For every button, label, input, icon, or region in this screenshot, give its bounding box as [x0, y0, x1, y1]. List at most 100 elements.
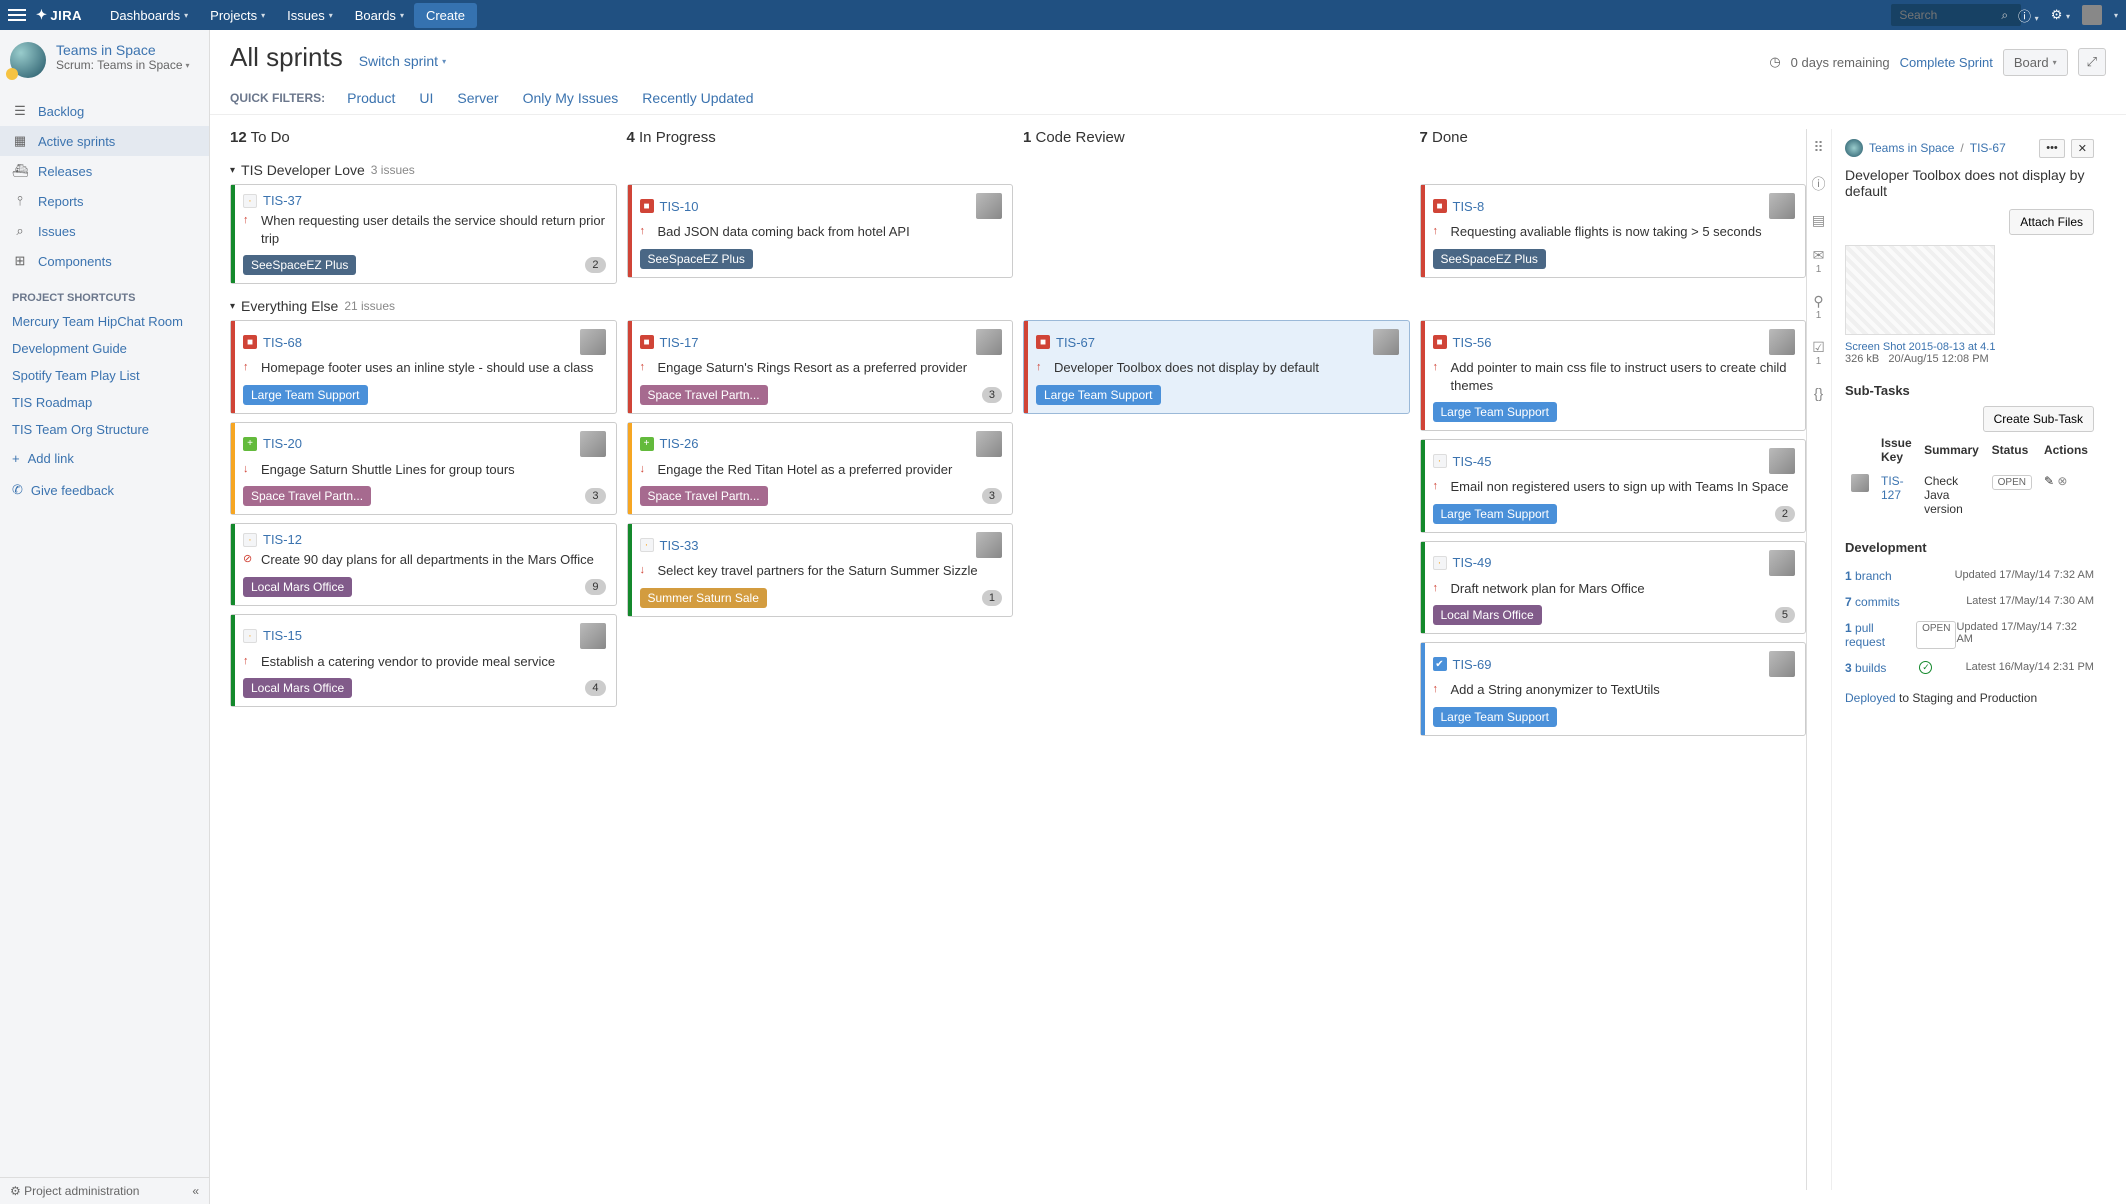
nav-dashboards[interactable]: Dashboards ▾	[100, 2, 198, 29]
detail-more-button[interactable]: •••	[2039, 139, 2065, 158]
settings-icon[interactable]: ⚙ ▾	[2051, 7, 2070, 23]
issue-key-link[interactable]: TIS-26	[660, 436, 699, 451]
issue-key-link[interactable]: TIS-33	[660, 538, 699, 553]
collapse-sidebar-icon[interactable]: «	[192, 1184, 199, 1198]
epic-badge[interactable]: Large Team Support	[1433, 707, 1558, 727]
issue-key-link[interactable]: TIS-8	[1453, 199, 1485, 214]
assignee-avatar[interactable]	[1769, 193, 1795, 219]
issue-card[interactable]: ■TIS-68↑Homepage footer uses an inline s…	[230, 320, 617, 414]
epic-badge[interactable]: Local Mars Office	[1433, 605, 1542, 625]
subtask-delete-icon[interactable]: ⊗	[2057, 474, 2067, 488]
switch-sprint-dropdown[interactable]: Switch sprint▾	[359, 53, 446, 69]
issue-key-link[interactable]: TIS-10	[660, 199, 699, 214]
give-feedback-link[interactable]: ✆Give feedback	[0, 474, 209, 506]
issue-key-link[interactable]: TIS-67	[1056, 335, 1095, 350]
assignee-avatar[interactable]	[1769, 329, 1795, 355]
detail-project-link[interactable]: Teams in Space	[1869, 141, 1954, 155]
assignee-avatar[interactable]	[1373, 329, 1399, 355]
assignee-avatar[interactable]	[976, 193, 1002, 219]
epic-badge[interactable]: SeeSpaceEZ Plus	[1433, 249, 1546, 269]
assignee-avatar[interactable]	[1769, 550, 1795, 576]
search-icon[interactable]: ⌕	[2001, 8, 2008, 23]
board-dropdown[interactable]: Board▾	[2003, 49, 2068, 76]
dev-row[interactable]: 7 commitsLatest 17/May/14 7:30 AM	[1845, 589, 2094, 615]
issue-card[interactable]: ·TIS-49↑Draft network plan for Mars Offi…	[1420, 541, 1807, 635]
swimlane-header[interactable]: ▾ TIS Developer Love 3 issues	[230, 156, 1806, 184]
assignee-avatar[interactable]	[976, 431, 1002, 457]
subtask-edit-icon[interactable]: ✎	[2044, 474, 2054, 488]
sidebar-item-backlog[interactable]: ☰Backlog	[0, 96, 209, 126]
detail-description-icon[interactable]: ▤	[1812, 212, 1825, 229]
app-switcher-icon[interactable]	[8, 8, 26, 22]
epic-badge[interactable]: SeeSpaceEZ Plus	[640, 249, 753, 269]
epic-badge[interactable]: Space Travel Partn...	[640, 486, 768, 506]
assignee-avatar[interactable]	[580, 431, 606, 457]
shortcut-link[interactable]: Spotify Team Play List	[0, 362, 209, 389]
assignee-avatar[interactable]	[580, 623, 606, 649]
dev-row[interactable]: 1 pull request OPENUpdated 17/May/14 7:3…	[1845, 615, 2094, 655]
detail-comments-icon[interactable]: ✉	[1813, 247, 1825, 263]
project-avatar[interactable]	[10, 42, 46, 78]
issue-card[interactable]: ·TIS-37↑When requesting user details the…	[230, 184, 617, 284]
issue-key-link[interactable]: TIS-15	[263, 628, 302, 643]
create-subtask-button[interactable]: Create Sub-Task	[1983, 406, 2094, 432]
shortcut-link[interactable]: TIS Roadmap	[0, 389, 209, 416]
attachment-name-link[interactable]: Screen Shot 2015-08-13 at 4.1	[1845, 341, 1995, 353]
filter-recently-updated[interactable]: Recently Updated	[642, 90, 753, 106]
issue-card[interactable]: ·TIS-15↑Establish a catering vendor to p…	[230, 614, 617, 708]
epic-badge[interactable]: SeeSpaceEZ Plus	[243, 255, 356, 275]
sidebar-item-releases[interactable]: ⛴Releases	[0, 156, 209, 186]
help-icon[interactable]: ⓘ ▾	[2018, 6, 2039, 25]
dev-row[interactable]: 3 builds ✓Latest 16/May/14 2:31 PM	[1845, 655, 2094, 681]
subtask-key-link[interactable]: TIS-127	[1881, 474, 1904, 502]
detail-close-button[interactable]: ✕	[2071, 139, 2094, 158]
issue-card[interactable]: ■TIS-67↑Developer Toolbox does not displ…	[1023, 320, 1410, 414]
issue-card[interactable]: ■TIS-10↑Bad JSON data coming back from h…	[627, 184, 1014, 278]
issue-card[interactable]: ·TIS-12⊘Create 90 day plans for all depa…	[230, 523, 617, 606]
swimlane-header[interactable]: ▾ Everything Else 21 issues	[230, 292, 1806, 320]
filter-product[interactable]: Product	[347, 90, 395, 106]
filter-only-my-issues[interactable]: Only My Issues	[523, 90, 619, 106]
epic-badge[interactable]: Large Team Support	[243, 385, 368, 405]
project-type-dropdown[interactable]: Scrum: Teams in Space▾	[56, 58, 190, 72]
detail-subtasks-icon[interactable]: ☑	[1812, 339, 1825, 355]
expand-icon[interactable]: ⤢	[2078, 48, 2106, 76]
project-admin-link[interactable]: ⚙ Project administration	[10, 1184, 139, 1198]
detail-info-icon[interactable]: ⓘ	[1812, 174, 1826, 194]
jira-logo[interactable]: ✦JIRA	[36, 7, 82, 23]
attach-files-button[interactable]: Attach Files	[2009, 209, 2094, 235]
issue-card[interactable]: ✔TIS-69↑Add a String anonymizer to TextU…	[1420, 642, 1807, 736]
issue-key-link[interactable]: TIS-20	[263, 436, 302, 451]
complete-sprint-link[interactable]: Complete Sprint	[1900, 55, 1993, 70]
issue-key-link[interactable]: TIS-69	[1453, 657, 1492, 672]
issue-key-link[interactable]: TIS-45	[1453, 454, 1492, 469]
deployed-link[interactable]: Deployed	[1845, 691, 1896, 705]
issue-card[interactable]: ■TIS-17↑Engage Saturn's Rings Resort as …	[627, 320, 1014, 414]
issue-card[interactable]: ·TIS-45↑Email non registered users to si…	[1420, 439, 1807, 533]
assignee-avatar[interactable]	[976, 532, 1002, 558]
sidebar-item-reports[interactable]: ⫯Reports	[0, 186, 209, 216]
issue-key-link[interactable]: TIS-68	[263, 335, 302, 350]
issue-key-link[interactable]: TIS-12	[263, 532, 302, 547]
detail-dev-icon[interactable]: {}	[1814, 385, 1823, 401]
add-link-button[interactable]: +Add link	[0, 443, 209, 474]
epic-badge[interactable]: Summer Saturn Sale	[640, 588, 767, 608]
epic-badge[interactable]: Large Team Support	[1036, 385, 1161, 405]
filter-ui[interactable]: UI	[419, 90, 433, 106]
issue-card[interactable]: ·TIS-33↓Select key travel partners for t…	[627, 523, 1014, 617]
shortcut-link[interactable]: TIS Team Org Structure	[0, 416, 209, 443]
sidebar-item-active-sprints[interactable]: ▦Active sprints	[0, 126, 209, 156]
assignee-avatar[interactable]	[1769, 651, 1795, 677]
issue-key-link[interactable]: TIS-37	[263, 193, 302, 208]
epic-badge[interactable]: Large Team Support	[1433, 504, 1558, 524]
assignee-avatar[interactable]	[580, 329, 606, 355]
sidebar-item-components[interactable]: ⊞Components	[0, 246, 209, 276]
epic-badge[interactable]: Space Travel Partn...	[243, 486, 371, 506]
nav-issues[interactable]: Issues ▾	[277, 2, 343, 29]
epic-badge[interactable]: Large Team Support	[1433, 402, 1558, 422]
issue-key-link[interactable]: TIS-17	[660, 335, 699, 350]
project-name-link[interactable]: Teams in Space	[56, 42, 190, 58]
issue-card[interactable]: ■TIS-8↑Requesting avaliable flights is n…	[1420, 184, 1807, 278]
detail-drag-icon[interactable]: ⠿	[1813, 139, 1823, 156]
epic-badge[interactable]: Local Mars Office	[243, 678, 352, 698]
